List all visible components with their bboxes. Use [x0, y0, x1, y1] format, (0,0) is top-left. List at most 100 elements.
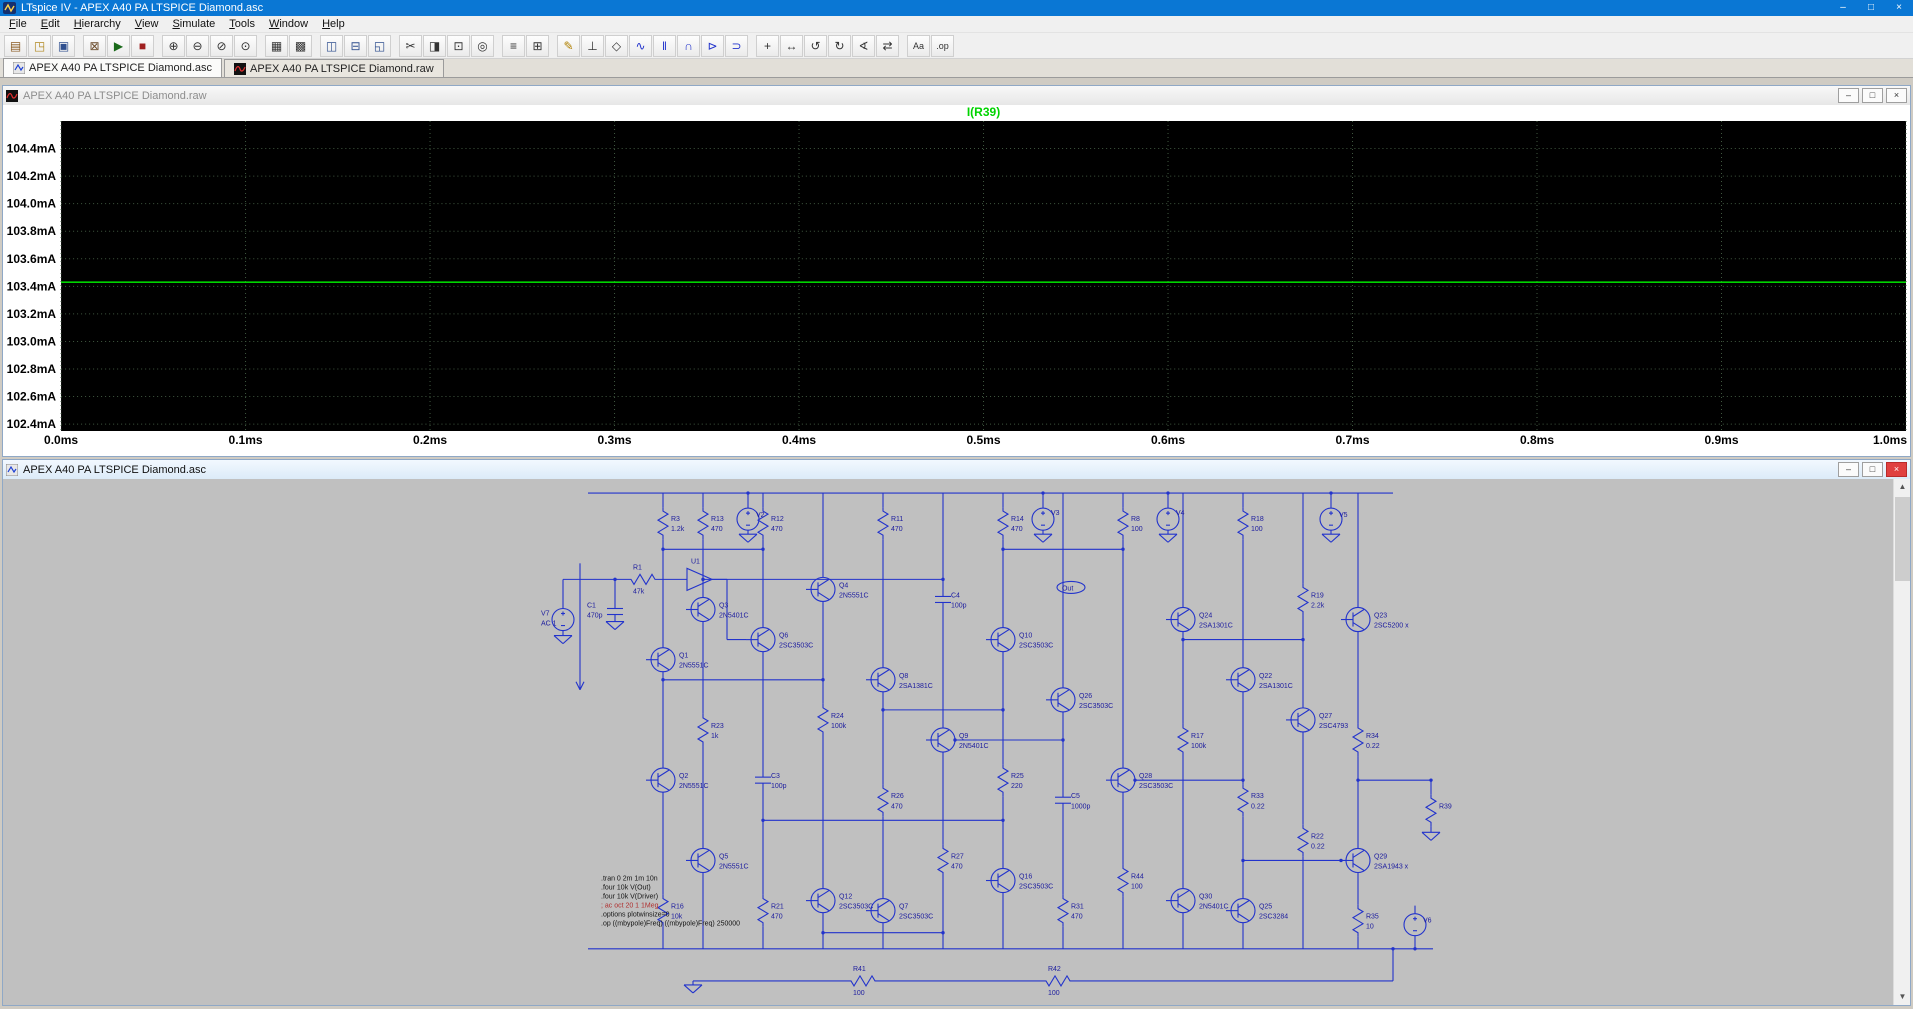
schematic-file-icon: [13, 62, 25, 74]
waveform-plot[interactable]: 104.4mA104.2mA104.0mA103.8mA103.6mA103.4…: [3, 105, 1910, 456]
copy-button[interactable]: ◨: [423, 35, 446, 57]
schematic-close-button[interactable]: ×: [1886, 462, 1907, 477]
menu-simulate[interactable]: Simulate: [165, 17, 222, 31]
toolbar-separator: [495, 35, 501, 57]
schematic-window[interactable]: APEX A40 PA LTSPICE Diamond.asc – □ × R3…: [2, 459, 1911, 1006]
svg-text:R41: R41: [853, 966, 866, 973]
window-maximize-button[interactable]: □: [1857, 0, 1885, 16]
redo-button[interactable]: ↻: [828, 35, 851, 57]
new-schematic-button[interactable]: ▤: [4, 35, 27, 57]
ground-button[interactable]: ⊥: [581, 35, 604, 57]
undo-button[interactable]: ↺: [804, 35, 827, 57]
menu-view[interactable]: View: [128, 17, 166, 31]
diode-icon: ⊳: [707, 39, 717, 53]
waveform-close-button[interactable]: ×: [1886, 88, 1907, 103]
tab-asc-file[interactable]: APEX A40 PA LTSPICE Diamond.asc: [3, 58, 222, 77]
zoom-area-button[interactable]: ⊕: [162, 35, 185, 57]
scroll-up-arrow[interactable]: ▲: [1894, 479, 1910, 495]
vertical-scrollbar[interactable]: ▲ ▼: [1893, 479, 1910, 1005]
zoom-extents-button[interactable]: ⊙: [234, 35, 257, 57]
cascade-button[interactable]: ◱: [368, 35, 391, 57]
svg-text:2N5551C: 2N5551C: [839, 592, 869, 599]
svg-text:R8: R8: [1131, 516, 1140, 523]
svg-text:100: 100: [1048, 990, 1060, 997]
save-button[interactable]: ▣: [52, 35, 75, 57]
mirror-button[interactable]: ⇄: [876, 35, 899, 57]
ltspice-app-window: LTspice IV - APEX A40 PA LTSPICE Diamond…: [0, 0, 1913, 1009]
scroll-thumb[interactable]: [1895, 497, 1910, 581]
svg-text:2SC3503C: 2SC3503C: [839, 904, 873, 911]
svg-text:100: 100: [1131, 884, 1143, 891]
zoom-back-button[interactable]: ⊖: [186, 35, 209, 57]
x-tick-label: 0.1ms: [229, 433, 263, 447]
diode-button[interactable]: ⊳: [701, 35, 724, 57]
schematic-minimize-button[interactable]: –: [1838, 462, 1859, 477]
plot-area[interactable]: [61, 121, 1906, 431]
trace-name-label[interactable]: I(R39): [967, 105, 1000, 119]
menu-tools[interactable]: Tools: [222, 17, 262, 31]
window-minimize-button[interactable]: –: [1829, 0, 1857, 16]
y-tick-label: 103.4mA: [7, 279, 57, 293]
schematic-maximize-button[interactable]: □: [1862, 462, 1883, 477]
find-button[interactable]: ◎: [471, 35, 494, 57]
paste-button[interactable]: ⊡: [447, 35, 470, 57]
text-button[interactable]: Aa: [907, 35, 930, 57]
capacitor-icon: ‖: [662, 39, 667, 53]
schematic-window-titlebar[interactable]: APEX A40 PA LTSPICE Diamond.asc – □ ×: [3, 460, 1910, 479]
spice-directive-button[interactable]: .op: [931, 35, 954, 57]
cut-icon: ✂: [405, 39, 415, 53]
svg-text:1k: 1k: [711, 733, 719, 740]
svg-text:Q10: Q10: [1019, 633, 1032, 640]
resistor-icon: ∿: [635, 39, 645, 53]
schematic-canvas[interactable]: R31.2kQ12N5551CQ22N5551CR1610kR13470Q32N…: [3, 479, 1893, 1005]
component-button[interactable]: ⊃: [725, 35, 748, 57]
open-button[interactable]: ◳: [28, 35, 51, 57]
waveform-window-titlebar[interactable]: APEX A40 PA LTSPICE Diamond.raw – □ ×: [3, 86, 1910, 105]
control-panel-button[interactable]: ⊠: [83, 35, 106, 57]
titlebar[interactable]: LTspice IV - APEX A40 PA LTSPICE Diamond…: [0, 0, 1913, 16]
drag-button[interactable]: ↔: [780, 35, 803, 57]
svg-text:2SC3503C: 2SC3503C: [1019, 884, 1053, 891]
svg-text:V7: V7: [541, 611, 550, 618]
wire-icon: ✎: [563, 39, 573, 53]
svg-text:470: 470: [1071, 914, 1083, 921]
menu-file[interactable]: File: [2, 17, 34, 31]
halt-button[interactable]: ■: [131, 35, 154, 57]
menu-help[interactable]: Help: [315, 17, 352, 31]
x-tick-label: 0.5ms: [967, 433, 1001, 447]
label-net-button[interactable]: ◇: [605, 35, 628, 57]
svg-text:R25: R25: [1011, 773, 1024, 780]
svg-text:V2: V2: [756, 512, 765, 519]
rotate-button[interactable]: ∢: [852, 35, 875, 57]
scroll-down-arrow[interactable]: ▼: [1894, 989, 1910, 1005]
svg-text:1000p: 1000p: [1071, 803, 1091, 810]
svg-text:100k: 100k: [831, 723, 847, 730]
move-button[interactable]: +: [756, 35, 779, 57]
inductor-button[interactable]: ∩: [677, 35, 700, 57]
grid-button[interactable]: ▦: [265, 35, 288, 57]
mark-data-points-button[interactable]: ▩: [289, 35, 312, 57]
tile-vertical-button[interactable]: ⊟: [344, 35, 367, 57]
toolbar-separator: [155, 35, 161, 57]
window-close-button[interactable]: ×: [1885, 0, 1913, 16]
cut-button[interactable]: ✂: [399, 35, 422, 57]
menu-window[interactable]: Window: [262, 17, 315, 31]
resistor-button[interactable]: ∿: [629, 35, 652, 57]
waveform-window[interactable]: APEX A40 PA LTSPICE Diamond.raw – □ × 10…: [2, 85, 1911, 457]
svg-text:Q25: Q25: [1259, 904, 1272, 911]
zoom-area-icon: ⊕: [168, 39, 178, 53]
save-icon: ▣: [58, 39, 69, 53]
print-button[interactable]: ≡: [502, 35, 525, 57]
tile-horizontal-button[interactable]: ◫: [320, 35, 343, 57]
wire-button[interactable]: ✎: [557, 35, 580, 57]
tab-raw-file[interactable]: APEX A40 PA LTSPICE Diamond.raw: [224, 59, 444, 77]
menu-edit[interactable]: Edit: [34, 17, 67, 31]
menu-hierarchy[interactable]: Hierarchy: [67, 17, 128, 31]
waveform-minimize-button[interactable]: –: [1838, 88, 1859, 103]
zoom-out-button[interactable]: ⊘: [210, 35, 233, 57]
run-button[interactable]: ▶: [107, 35, 130, 57]
print-preview-button[interactable]: ⊞: [526, 35, 549, 57]
capacitor-button[interactable]: ‖: [653, 35, 676, 57]
waveform-maximize-button[interactable]: □: [1862, 88, 1883, 103]
mdi-area: APEX A40 PA LTSPICE Diamond.raw – □ × 10…: [0, 78, 1913, 1009]
